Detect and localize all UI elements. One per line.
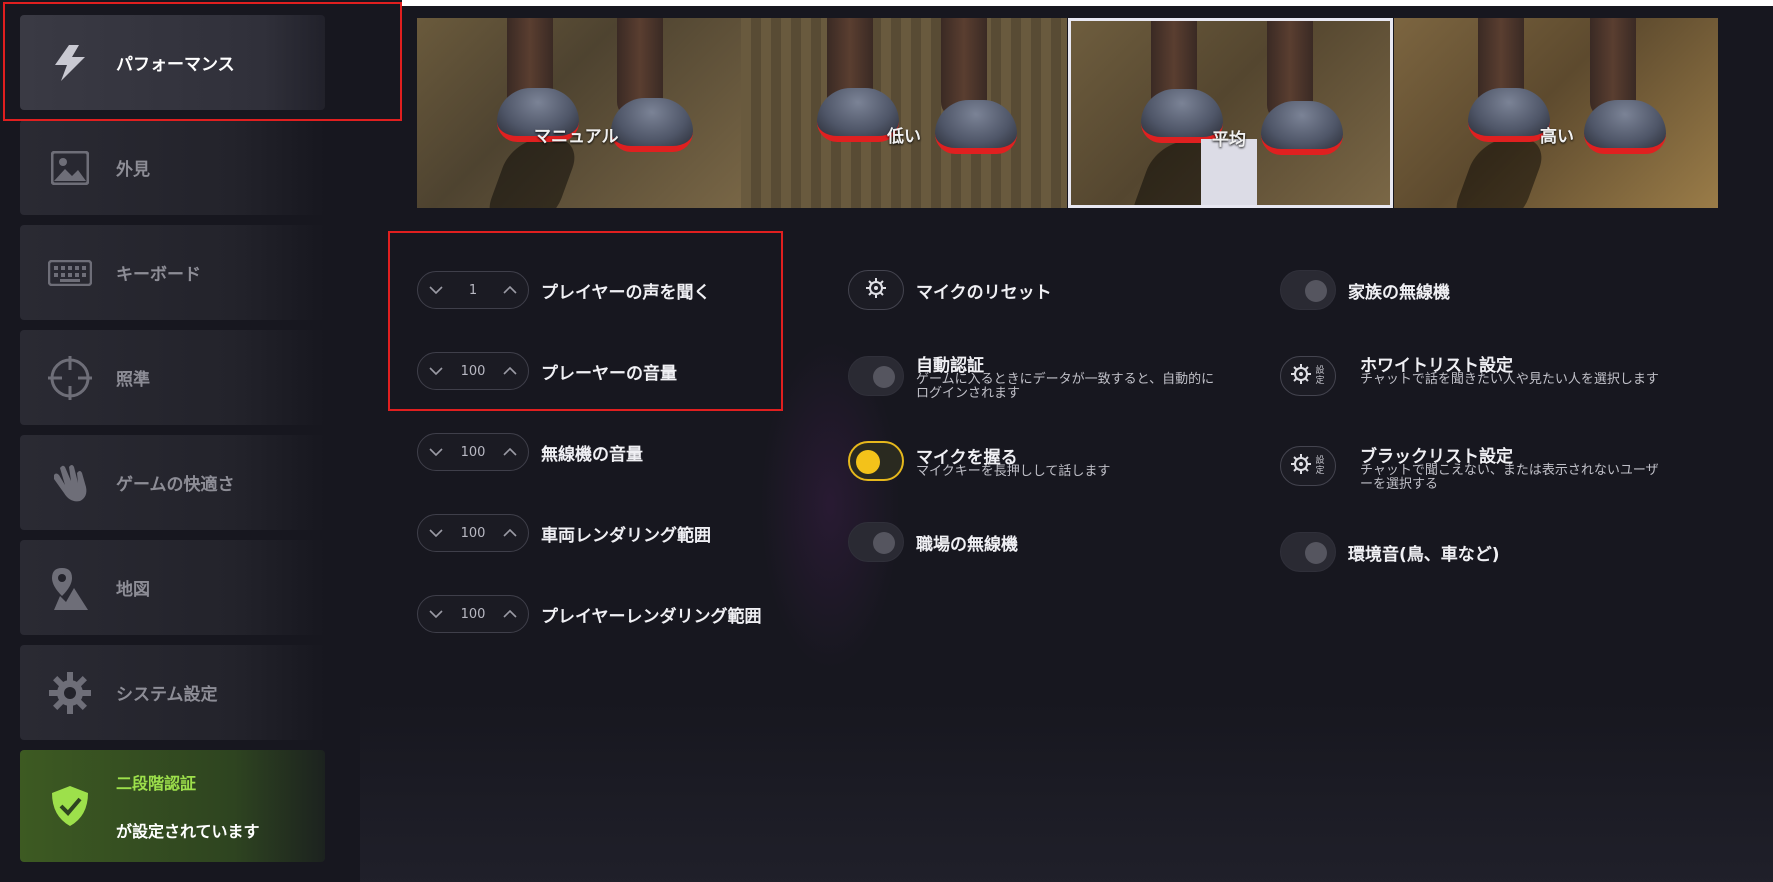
image-icon	[44, 142, 96, 194]
sidebar-item-label: キーボード	[116, 265, 201, 285]
chevron-up-icon[interactable]	[492, 272, 528, 308]
sidebar-item-label: 地図	[116, 580, 150, 600]
auto-auth-desc: ゲームに入るときにデータが一致すると、自動的にログインされます	[916, 372, 1215, 401]
ambient-sound-label: 環境音(鳥、車など)	[1348, 545, 1500, 565]
stepper-label: プレイヤーレンダリング範囲	[541, 607, 762, 627]
toggle-knob	[1305, 280, 1327, 302]
twofa-status[interactable]: 二段階認証 が設定されています	[20, 750, 325, 862]
push-to-talk-toggle[interactable]	[848, 441, 904, 481]
stepper-vehicle-render[interactable]: 100	[417, 514, 529, 552]
sidebar-item-label: システム設定	[116, 685, 218, 705]
preset-low[interactable]: 低い	[741, 18, 1067, 208]
sidebar-item-appearance[interactable]: 外見	[20, 120, 325, 215]
toggle-knob	[1305, 542, 1327, 564]
sidebar-item-label: 外見	[116, 160, 150, 180]
stepper-player-render[interactable]: 100	[417, 595, 529, 633]
mic-reset-button[interactable]	[848, 270, 904, 310]
sidebar-item-label: 照準	[116, 370, 150, 390]
preset-average[interactable]: 平均	[1068, 18, 1393, 208]
stepper-value: 100	[460, 606, 486, 622]
stepper-label: プレーヤーの音量	[541, 364, 677, 384]
stepper-label: プレイヤーの声を聞く	[541, 283, 711, 303]
crosshair-icon	[44, 352, 96, 404]
settings-button-text: 設定	[1315, 366, 1325, 386]
sidebar: パフォーマンス 外見 キーボード 照準 ゲームの快適さ 地図 システム設定 二段…	[0, 0, 402, 882]
family-radio-label: 家族の無線機	[1348, 283, 1450, 303]
toggle-knob	[873, 532, 895, 554]
sidebar-item-aim[interactable]: 照準	[20, 330, 325, 425]
keyboard-icon	[44, 247, 96, 299]
preset-label: 平均	[1212, 130, 1246, 150]
stepper-value: 1	[468, 282, 478, 298]
auto-auth-toggle[interactable]	[848, 356, 904, 396]
whitelist-desc: チャットで話を聞きたい人や見たい人を選択します	[1360, 372, 1659, 387]
sidebar-item-label: パフォーマンス	[116, 55, 235, 75]
preset-label: マニュアル	[534, 127, 619, 147]
twofa-title: 二段階認証	[116, 774, 197, 793]
chevron-up-icon[interactable]	[492, 353, 528, 389]
chevron-down-icon[interactable]	[418, 596, 454, 632]
blacklist-settings-button[interactable]: 設定	[1280, 446, 1336, 486]
chevron-up-icon[interactable]	[492, 596, 528, 632]
background-floor	[360, 700, 1773, 882]
preset-label: 高い	[1540, 127, 1574, 147]
hand-icon	[44, 457, 96, 509]
sidebar-item-keyboard[interactable]: キーボード	[20, 225, 325, 320]
gear-icon	[44, 667, 96, 719]
chevron-down-icon[interactable]	[418, 434, 454, 470]
sidebar-item-map[interactable]: 地図	[20, 540, 325, 635]
settings-button-text: 設定	[1315, 456, 1325, 476]
sidebar-item-label: ゲームの快適さ	[116, 475, 235, 495]
chevron-down-icon[interactable]	[418, 272, 454, 308]
stepper-label: 無線機の音量	[541, 445, 643, 465]
chevron-up-icon[interactable]	[492, 434, 528, 470]
blacklist-desc: チャットで聞こえない、または表示されないユーザーを選択する	[1360, 463, 1659, 492]
mic-reset-label: マイクのリセット	[916, 283, 1052, 303]
sidebar-item-comfort[interactable]: ゲームの快適さ	[20, 435, 325, 530]
sidebar-item-performance[interactable]: パフォーマンス	[20, 15, 325, 110]
shield-check-icon	[44, 780, 96, 832]
sidebar-item-system[interactable]: システム設定	[20, 645, 325, 740]
gear-icon	[1291, 454, 1311, 478]
stepper-hear-players[interactable]: 1	[417, 271, 529, 309]
stepper-player-volume[interactable]: 100	[417, 352, 529, 390]
preset-label: 低い	[887, 127, 921, 147]
family-radio-toggle[interactable]	[1280, 270, 1336, 310]
stepper-radio-volume[interactable]: 100	[417, 433, 529, 471]
map-icon	[44, 562, 96, 614]
gear-icon	[1291, 364, 1311, 388]
gear-icon	[866, 278, 886, 302]
twofa-subtitle: が設定されています	[116, 822, 260, 841]
whitelist-settings-button[interactable]: 設定	[1280, 356, 1336, 396]
ambient-sound-toggle[interactable]	[1280, 532, 1336, 572]
push-to-talk-desc: マイクキーを長押しして話します	[916, 464, 1111, 479]
preset-manual[interactable]: マニュアル	[417, 18, 741, 208]
stepper-value: 100	[460, 525, 486, 541]
stepper-value: 100	[460, 444, 486, 460]
stepper-value: 100	[460, 363, 486, 379]
chevron-down-icon[interactable]	[418, 353, 454, 389]
stepper-label: 車両レンダリング範囲	[541, 526, 711, 546]
preset-high[interactable]: 高い	[1394, 18, 1718, 208]
toggle-knob	[873, 366, 895, 388]
chevron-down-icon[interactable]	[418, 515, 454, 551]
lightning-icon	[44, 37, 96, 89]
job-radio-toggle[interactable]	[848, 522, 904, 562]
toggle-knob	[856, 450, 880, 474]
job-radio-label: 職場の無線機	[916, 535, 1018, 555]
chevron-up-icon[interactable]	[492, 515, 528, 551]
top-strip	[402, 0, 1773, 6]
